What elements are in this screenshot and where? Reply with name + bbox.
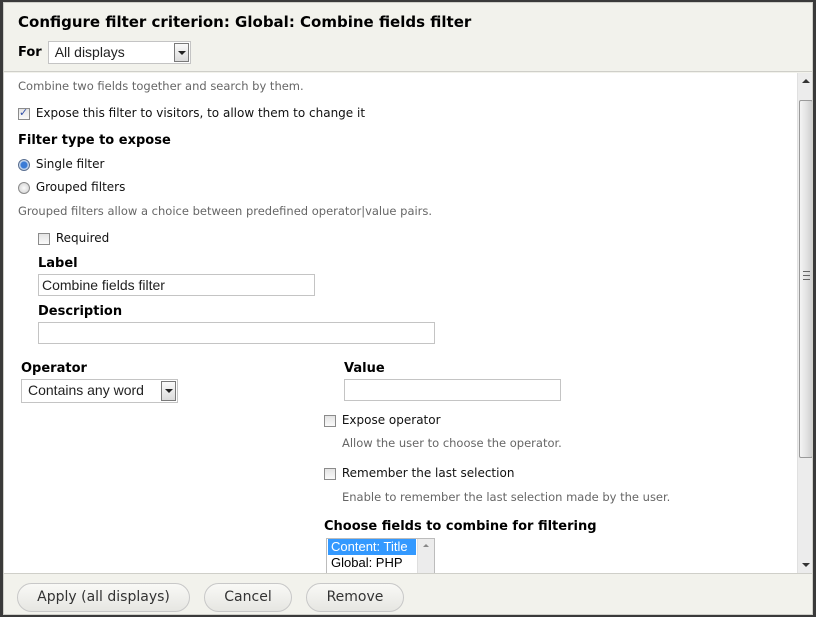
dialog-header: Configure filter criterion: Global: Comb… — [4, 3, 812, 72]
expose-operator-help: Allow the user to choose the operator. — [342, 436, 562, 450]
expose-filter-label: Expose this filter to visitors, to allow… — [35, 106, 366, 120]
chevron-down-icon[interactable] — [173, 42, 189, 62]
operator-select-value: Contains any word — [28, 382, 144, 398]
remember-selection-label: Remember the last selection — [341, 466, 515, 480]
apply-button[interactable]: Apply (all displays) — [17, 583, 190, 612]
scrollbar-thumb[interactable] — [799, 100, 812, 458]
operator-select[interactable]: Contains any word — [21, 379, 178, 403]
required-checkbox[interactable] — [38, 232, 50, 245]
single-filter-radio[interactable] — [18, 158, 30, 171]
chevron-down-icon[interactable] — [161, 381, 176, 401]
for-display-row: For All displays — [18, 40, 191, 64]
scroll-up-arrow-icon[interactable] — [802, 79, 810, 83]
value-input[interactable] — [344, 379, 561, 401]
for-display-select[interactable]: All displays — [47, 40, 191, 64]
listbox-option[interactable]: Content: Title — [328, 539, 416, 555]
dialog-title: Configure filter criterion: Global: Comb… — [18, 13, 472, 31]
for-display-select-value: All displays — [54, 43, 125, 60]
filter-type-heading: Filter type to expose — [18, 133, 171, 148]
listbox-option[interactable]: Global: PHP — [328, 555, 416, 571]
form-content: Combine two fields together and search b… — [4, 73, 797, 573]
description-field-label: Description — [38, 304, 123, 319]
single-filter-label: Single filter — [35, 157, 105, 171]
remember-selection-checkbox[interactable] — [324, 467, 336, 480]
fields-to-combine-listbox[interactable]: Content: Title Global: PHP — [326, 538, 435, 573]
scroll-up-icon[interactable] — [423, 544, 429, 547]
grouped-filters-radio[interactable] — [18, 181, 30, 194]
configure-filter-dialog: Configure filter criterion: Global: Comb… — [3, 2, 813, 615]
radio-single-filter[interactable]: Single filter — [18, 157, 104, 171]
remember-selection-help: Enable to remember the last selection ma… — [342, 490, 671, 504]
cancel-button[interactable]: Cancel — [204, 583, 292, 612]
value-label: Value — [344, 361, 385, 376]
dialog-footer: Apply (all displays) Cancel Remove — [4, 573, 812, 614]
description-input[interactable] — [38, 322, 435, 344]
remove-button[interactable]: Remove — [306, 583, 404, 612]
content-scrollbar[interactable] — [797, 73, 812, 573]
grouped-filters-label: Grouped filters — [35, 180, 126, 194]
required-label: Required — [55, 231, 110, 245]
required-option[interactable]: Required — [38, 231, 109, 245]
listbox-scrollbar[interactable] — [417, 539, 434, 573]
label-field-label: Label — [38, 256, 78, 271]
filter-intro-text: Combine two fields together and search b… — [18, 79, 304, 93]
expose-filter-checkbox[interactable] — [18, 106, 30, 120]
remember-selection-option[interactable]: Remember the last selection — [324, 466, 514, 480]
expose-operator-checkbox[interactable] — [324, 414, 336, 427]
operator-label: Operator — [21, 361, 87, 376]
label-input[interactable]: Combine fields filter — [38, 274, 315, 296]
for-label: For — [18, 44, 42, 60]
expose-operator-label: Expose operator — [341, 413, 441, 427]
expose-operator-option[interactable]: Expose operator — [324, 413, 441, 427]
scroll-down-arrow-icon[interactable] — [802, 563, 810, 567]
fields-to-combine-label: Choose fields to combine for filtering — [324, 519, 597, 534]
grouped-filters-help: Grouped filters allow a choice between p… — [18, 204, 433, 218]
expose-filter-option[interactable]: Expose this filter to visitors, to allow… — [18, 106, 365, 120]
radio-grouped-filters[interactable]: Grouped filters — [18, 180, 125, 194]
grip-icon — [803, 271, 810, 280]
